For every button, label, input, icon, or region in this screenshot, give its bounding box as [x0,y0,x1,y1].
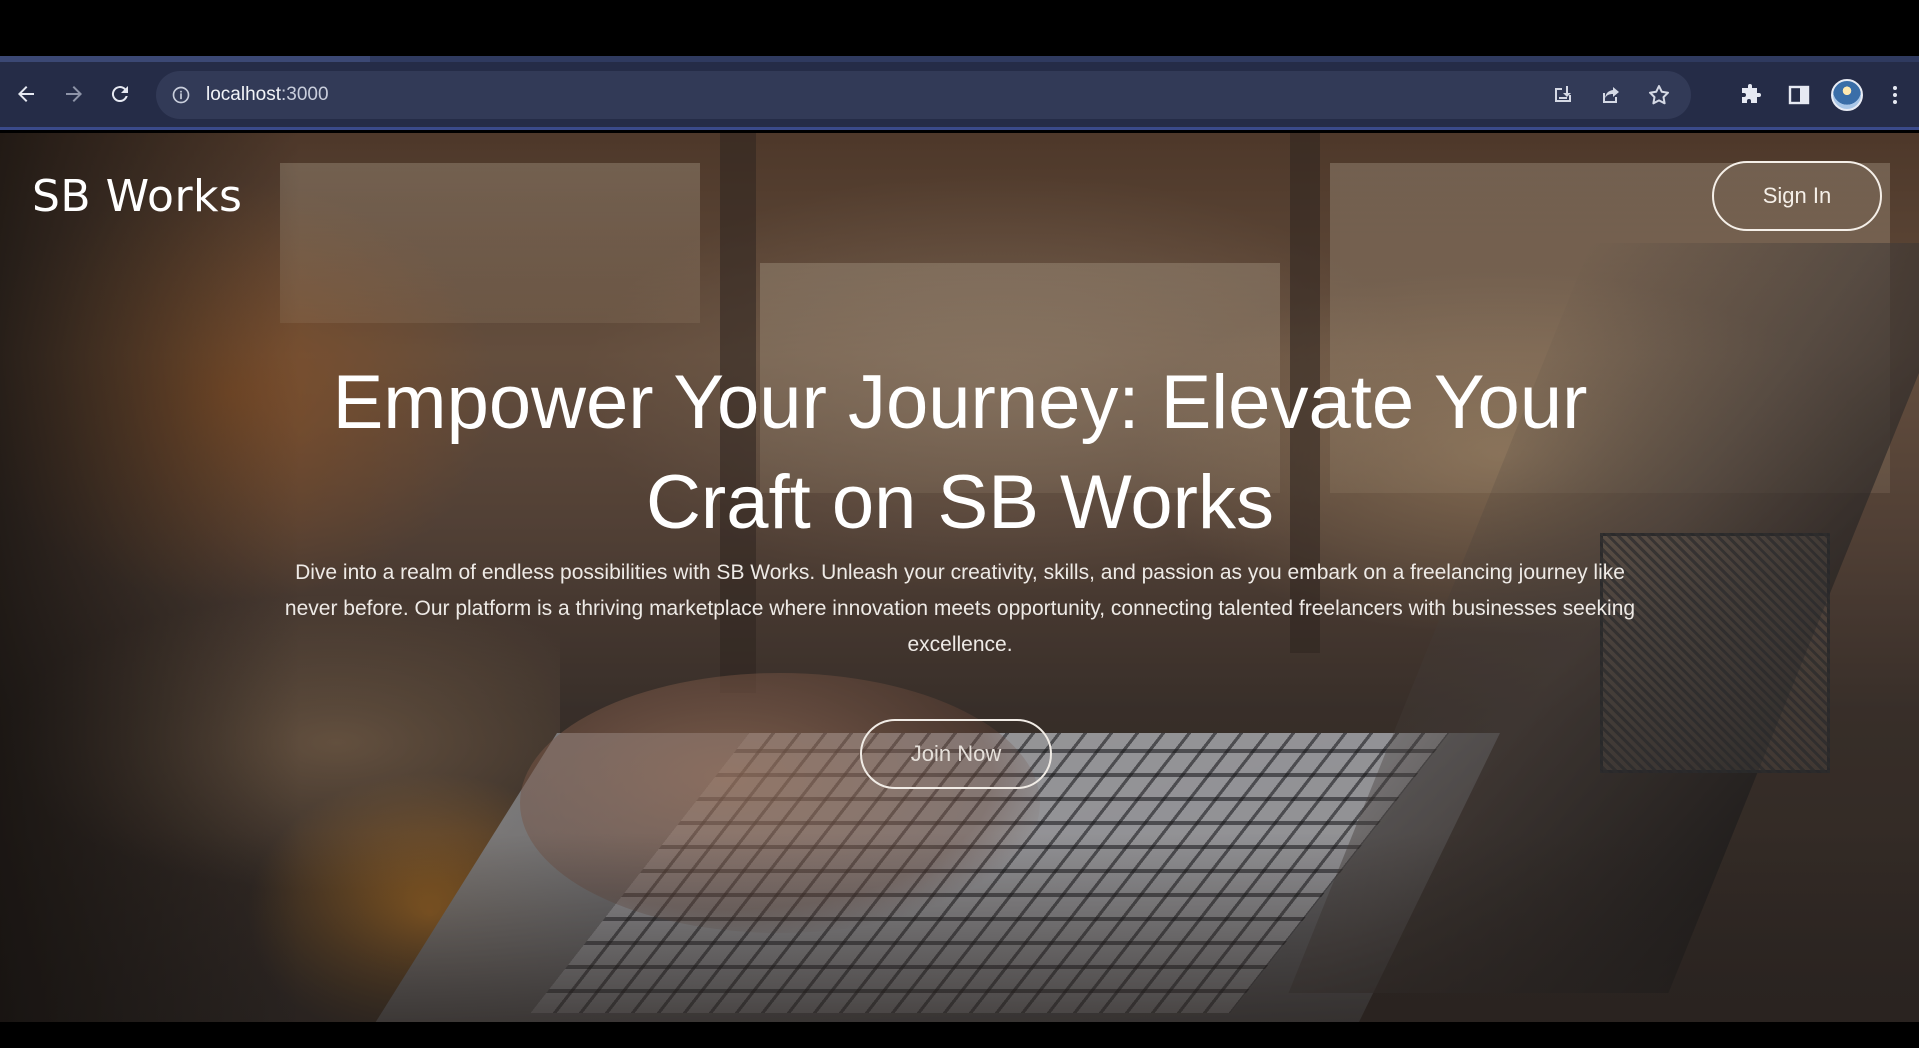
profile-button[interactable] [1823,71,1871,119]
star-icon[interactable] [1635,71,1683,119]
avatar [1831,79,1863,111]
back-button[interactable] [6,74,46,114]
forward-button[interactable] [54,74,94,114]
install-app-icon[interactable] [1539,71,1587,119]
hero-headline: Empower Your Journey: Elevate Your Craft… [332,360,1588,545]
join-now-button[interactable]: Join Now [860,719,1052,789]
browser-toolbar: localhost:3000 [0,62,1919,130]
share-icon[interactable] [1587,71,1635,119]
reload-icon [111,86,128,103]
hero-description: Dive into a realm of endless possibiliti… [284,561,1636,656]
screen-top-bar [0,0,1919,56]
arrow-right-icon [66,86,82,102]
brand-logo[interactable]: SB Works [32,171,242,222]
screen-bottom-bar [0,1022,1919,1048]
address-bar[interactable]: localhost:3000 [156,71,1691,119]
hero-section: SB Works Sign In Empower Your Journey: E… [0,133,1919,1022]
puzzle-icon[interactable] [1727,71,1775,119]
url-port: :3000 [281,84,329,105]
url-host: localhost [206,84,281,105]
url-text[interactable]: localhost:3000 [206,84,329,106]
info-icon[interactable] [170,84,192,106]
kebab-menu-icon[interactable] [1871,71,1919,119]
arrow-left-icon [18,86,34,102]
reload-button[interactable] [100,74,140,114]
side-panel-icon[interactable] [1775,71,1823,119]
sign-in-button[interactable]: Sign In [1712,161,1882,231]
